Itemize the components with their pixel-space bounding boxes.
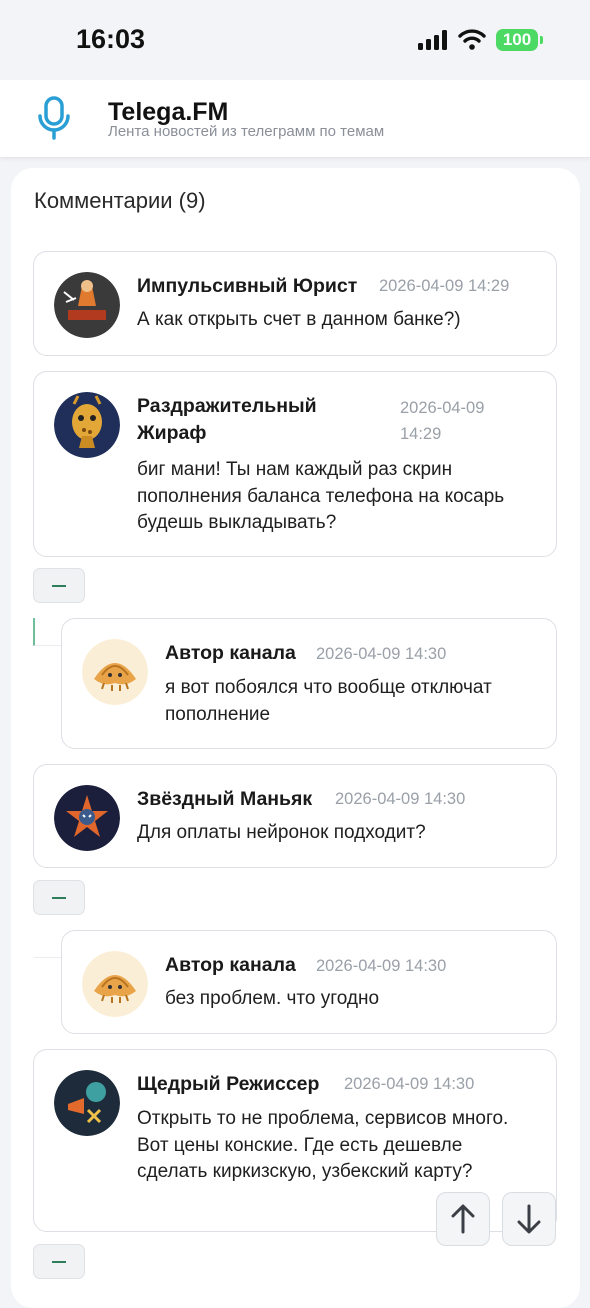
wifi-icon	[458, 29, 486, 50]
comment-text: Для оплаты нейронок подходит?	[137, 822, 426, 843]
app-subtitle: Лента новостей из телеграмм по темам	[108, 123, 385, 140]
thread-connector	[33, 930, 61, 958]
thread-connector	[33, 618, 61, 646]
comment-date: 2026-04-09 14:29	[400, 399, 485, 443]
app-header: Telega.FM Лента новостей из телеграмм по…	[0, 80, 590, 158]
status-time: 16:03	[76, 24, 146, 54]
comment-author[interactable]: Звёздный Маньяк	[137, 786, 312, 813]
avatar	[54, 392, 120, 458]
comment-date: 2026-04-09 14:30	[344, 1075, 475, 1093]
comment-text: Открыть то не проблема, сервисов много. …	[137, 1108, 509, 1182]
comments-title: Комментарии (9)	[34, 188, 206, 213]
arrow-down-icon	[517, 1204, 541, 1234]
comment-author[interactable]: Щедрый Режиссер	[137, 1071, 319, 1098]
minus-icon	[52, 584, 66, 587]
avatar	[82, 639, 148, 705]
collapse-replies-button[interactable]	[33, 568, 85, 603]
comment-author[interactable]: Раздражительный Жираф	[137, 393, 367, 447]
avatar	[54, 272, 120, 338]
avatar	[54, 785, 120, 851]
minus-icon	[52, 1260, 66, 1263]
reply-author[interactable]: Автор канала	[165, 952, 296, 979]
avatar	[54, 1070, 120, 1136]
reply-date: 2026-04-09 14:30	[316, 957, 447, 975]
comment-date: 2026-04-09 14:29	[379, 277, 510, 295]
collapse-replies-button[interactable]	[33, 880, 85, 915]
collapse-replies-button[interactable]	[33, 1244, 85, 1279]
battery-tip	[540, 36, 543, 44]
scroll-up-button[interactable]	[436, 1192, 490, 1246]
status-bar: 16:03 100	[0, 0, 590, 80]
signal-icon	[418, 30, 447, 50]
avatar	[82, 951, 148, 1017]
reply-text: я вот побоялся что вообще отключат попол…	[165, 677, 492, 725]
reply-text: без проблем. что угодно	[165, 988, 380, 1009]
reply-date: 2026-04-09 14:30	[316, 645, 447, 663]
battery-icon: 100	[496, 29, 538, 51]
minus-icon	[52, 896, 66, 899]
comment-text: биг мани! Ты нам каждый раз скрин пополн…	[137, 459, 505, 533]
comment-author[interactable]: Импульсивный Юрист	[137, 273, 357, 300]
arrow-up-icon	[451, 1204, 475, 1234]
scroll-down-button[interactable]	[502, 1192, 556, 1246]
comment-date: 2026-04-09 14:30	[335, 790, 466, 808]
comment-text: А как открыть счет в данном банке?)	[137, 309, 461, 330]
reply-author[interactable]: Автор канала	[165, 640, 296, 667]
microphone-icon	[38, 96, 70, 140]
